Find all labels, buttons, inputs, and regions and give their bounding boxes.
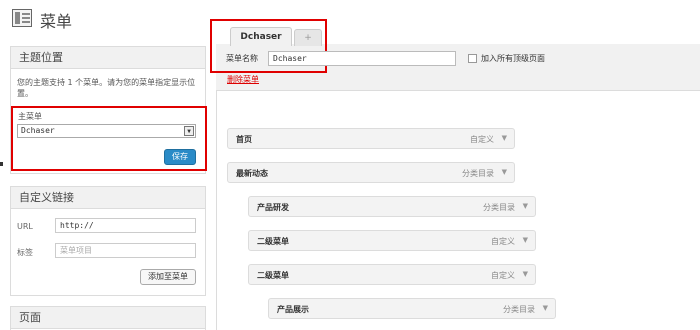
chevron-down-icon[interactable]: ▼ [523, 202, 528, 210]
menu-item-title: 产品展示 [277, 305, 309, 314]
menu-item-type: 自定义 [470, 135, 494, 144]
menus-page-icon [12, 9, 32, 27]
url-label: URL [17, 222, 33, 231]
pages-box: 页面 [10, 306, 206, 330]
chevron-down-icon[interactable]: ▼ [543, 304, 548, 312]
menu-name-label: 菜单名称 [226, 54, 258, 63]
menu-item-title: 二级菜单 [257, 237, 289, 246]
link-text-input[interactable]: 菜单项目 [55, 243, 196, 258]
menu-item-type: 分类目录 [503, 305, 535, 314]
delete-menu-link[interactable]: 删除菜单 [227, 74, 259, 85]
menu-item[interactable]: 首页 自定义 ▼ [227, 128, 515, 149]
chevron-down-icon[interactable]: ▼ [184, 126, 194, 136]
url-input[interactable]: http:// [55, 218, 196, 233]
edge-marker [0, 162, 3, 166]
menu-item[interactable]: 二级菜单 自定义 ▼ [248, 264, 536, 285]
primary-menu-selected-value: Dchaser [21, 126, 55, 135]
menu-item-title: 二级菜单 [257, 271, 289, 280]
menu-item[interactable]: 二级菜单 自定义 ▼ [248, 230, 536, 251]
menu-item-type: 自定义 [491, 271, 515, 280]
menu-item-title: 最新动态 [236, 169, 268, 178]
chevron-down-icon[interactable]: ▼ [523, 270, 528, 278]
menu-item-type: 分类目录 [483, 203, 515, 212]
menu-item-title: 首页 [236, 135, 252, 144]
menu-name-input[interactable]: Dchaser [268, 51, 456, 66]
menu-item-type: 自定义 [491, 237, 515, 246]
primary-menu-label: 主菜单 [18, 112, 42, 121]
pages-box-title[interactable]: 页面 [11, 307, 205, 329]
menu-item[interactable]: 最新动态 分类目录 ▼ [227, 162, 515, 183]
add-to-menu-button[interactable]: 添加至菜单 [140, 269, 196, 285]
theme-locations-title: 主题位置 [11, 47, 205, 69]
link-text-label: 标签 [17, 248, 33, 257]
save-locations-button[interactable]: 保存 [164, 149, 196, 165]
auto-add-pages-label: 加入所有顶级页面 [481, 54, 545, 63]
chevron-down-icon[interactable]: ▼ [502, 168, 507, 176]
menu-item[interactable]: 产品研发 分类目录 ▼ [248, 196, 536, 217]
chevron-down-icon[interactable]: ▼ [523, 236, 528, 244]
menu-item-type: 分类目录 [462, 169, 494, 178]
custom-links-title[interactable]: 自定义链接 [11, 187, 205, 209]
chevron-down-icon[interactable]: ▼ [502, 134, 507, 142]
theme-locations-description: 您的主题支持 1 个菜单。请为您的菜单指定显示位置。 [17, 78, 196, 98]
menu-item[interactable]: 产品展示 分类目录 ▼ [268, 298, 556, 319]
auto-add-pages-checkbox[interactable] [468, 54, 477, 63]
menu-item-title: 产品研发 [257, 203, 289, 212]
page-title: 菜单 [40, 12, 73, 31]
primary-menu-select[interactable]: Dchaser ▼ [17, 124, 196, 138]
